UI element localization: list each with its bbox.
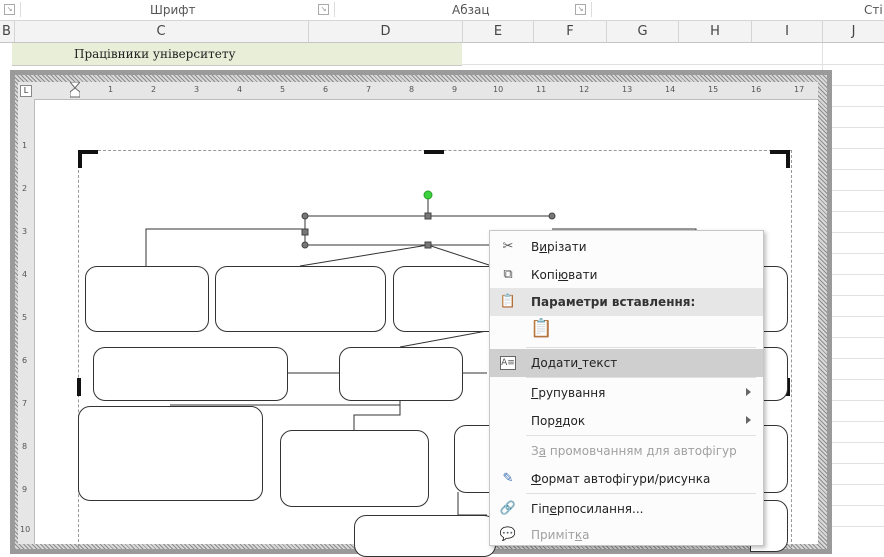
copy-icon: ⧉ xyxy=(503,267,513,282)
submenu-arrow-icon xyxy=(746,388,751,396)
menu-item-label: Вирізати xyxy=(531,240,587,254)
scissors-icon: ✂ xyxy=(502,239,514,254)
menu-item-label: Додати текст xyxy=(531,356,618,370)
menu-item-cut[interactable]: ✂ Вирізати xyxy=(490,233,763,261)
format-shape-icon: ✎ xyxy=(502,471,514,486)
paste-icon: 📋 xyxy=(499,294,517,309)
menu-item-comment[interactable]: 💬 Примітка xyxy=(490,521,763,549)
menu-item-label: Гіперпосилання... xyxy=(531,502,644,516)
menu-separator xyxy=(526,347,756,348)
org-chart-box[interactable] xyxy=(215,266,386,332)
menu-item-copy[interactable]: ⧉ Копіювати xyxy=(490,261,763,289)
org-chart-box[interactable] xyxy=(339,347,463,401)
menu-section-paste-options: 📋 Параметри вставлення: xyxy=(490,288,763,316)
menu-item-label: Формат автофігури/рисунка xyxy=(531,472,711,486)
menu-section-label: Параметри вставлення: xyxy=(531,295,696,309)
menu-item-format-autoshape[interactable]: ✎ Формат автофігури/рисунка xyxy=(490,465,763,493)
comment-icon: 💬 xyxy=(499,527,517,542)
menu-separator xyxy=(526,493,756,494)
menu-item-add-text[interactable]: A≡ Додати текст xyxy=(490,349,763,377)
menu-item-order[interactable]: Порядок xyxy=(490,407,763,435)
org-chart-box[interactable] xyxy=(78,406,263,501)
menu-item-label: Порядок xyxy=(531,414,586,428)
menu-item-group[interactable]: Групування xyxy=(490,379,763,407)
menu-separator xyxy=(526,377,756,378)
org-chart-box[interactable] xyxy=(93,347,288,401)
menu-item-label: Примітка xyxy=(531,528,590,542)
menu-item-set-default-autoshape[interactable]: За промовчанням для автофігур xyxy=(490,437,763,465)
menu-item-label: Групування xyxy=(531,386,606,400)
menu-separator xyxy=(526,435,756,436)
submenu-arrow-icon xyxy=(746,416,751,424)
paste-option-icon[interactable]: 📋 xyxy=(530,320,552,338)
context-menu: ✂ Вирізати ⧉ Копіювати 📋 Параметри встав… xyxy=(489,230,764,546)
menu-item-label: Копіювати xyxy=(531,268,598,282)
hyperlink-icon: 🔗 xyxy=(499,501,517,516)
org-chart-box[interactable] xyxy=(85,266,209,332)
menu-item-label: За промовчанням для автофігур xyxy=(531,444,737,458)
text-box-icon: A≡ xyxy=(500,356,516,370)
menu-item-paste-option[interactable]: 📋 xyxy=(490,317,763,347)
org-chart-box[interactable] xyxy=(280,430,429,507)
org-chart-box[interactable] xyxy=(354,515,496,557)
menu-item-hyperlink[interactable]: 🔗 Гіперпосилання... xyxy=(490,495,763,523)
